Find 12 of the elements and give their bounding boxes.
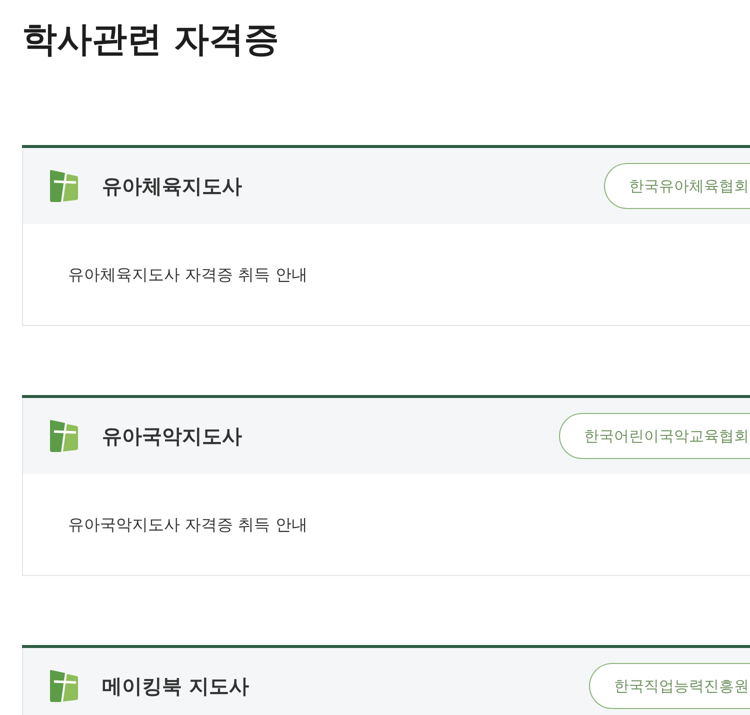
certificate-name: 메이킹북 지도사 — [102, 673, 249, 700]
tile-logo-icon — [50, 420, 78, 452]
certificate-description: 유아국악지도사 자격증 취득 안내 — [68, 514, 308, 536]
tile-logo-icon — [50, 170, 78, 202]
page-title: 학사관련 자격증 — [22, 19, 280, 62]
issuer-link[interactable]: 한국어린이국악교육협회 — [559, 413, 750, 459]
issuer-link[interactable]: 한국유아체육협회 — [604, 163, 750, 209]
certificate-name: 유아국악지도사 — [102, 423, 242, 450]
issuer-link[interactable]: 한국직업능력진흥원 — [589, 663, 750, 709]
certificate-name: 유아체육지도사 — [102, 173, 242, 200]
certificate-description: 유아체육지도사 자격증 취득 안내 — [68, 264, 308, 286]
tile-logo-icon — [50, 670, 78, 702]
